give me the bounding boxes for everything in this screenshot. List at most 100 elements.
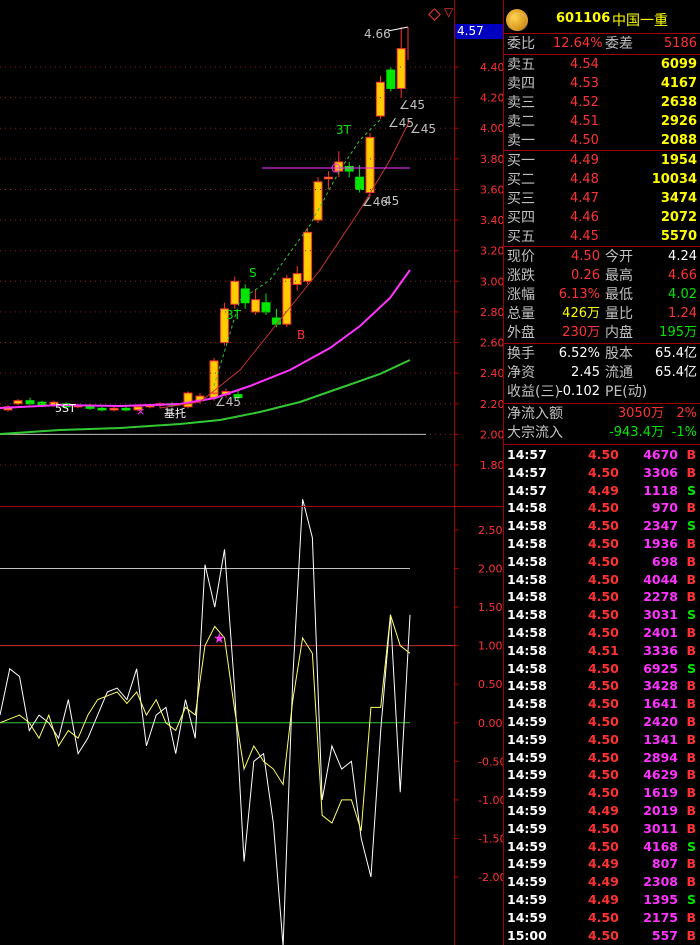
- tick-row[interactable]: 14:58 4.50 6925 S: [504, 660, 700, 678]
- divider: [504, 403, 700, 404]
- price-tick-label: 2.80: [480, 306, 503, 319]
- stock-header[interactable]: 601106 中国一重: [504, 7, 700, 33]
- tick-row[interactable]: 14:58 4.50 3428 B: [504, 677, 700, 695]
- tick-row[interactable]: 14:58 4.51 3336 B: [504, 642, 700, 660]
- tick-side: S: [686, 660, 696, 676]
- tick-row[interactable]: 14:58 4.50 2347 S: [504, 517, 700, 535]
- tick-volume: 1619: [643, 785, 678, 801]
- tick-price: 4.50: [588, 927, 619, 943]
- tick-row[interactable]: 14:59 4.50 1341 B: [504, 731, 700, 749]
- tick-row[interactable]: 14:58 4.50 2401 B: [504, 624, 700, 642]
- sell-label: 卖五: [507, 57, 535, 73]
- tick-row[interactable]: 14:58 4.50 698 B: [504, 553, 700, 571]
- tick-price: 4.50: [588, 749, 619, 765]
- tick-row[interactable]: 14:59 4.50 4629 B: [504, 766, 700, 784]
- tick-row[interactable]: 14:57 4.50 4670 B: [504, 446, 700, 464]
- buy-price: 4.45: [570, 229, 599, 244]
- tick-row[interactable]: 14:58 4.50 3031 S: [504, 606, 700, 624]
- fundamental-value: 6.52%: [558, 346, 600, 361]
- axis-divider: [454, 0, 455, 945]
- indicator-tick-label: 0.00: [478, 717, 503, 730]
- tick-time: 14:58: [507, 536, 547, 551]
- tick-price: 4.50: [588, 767, 619, 783]
- tick-row[interactable]: 14:58 4.50 4044 B: [504, 571, 700, 589]
- stat-value: 6.13%: [558, 287, 600, 302]
- divider: [504, 33, 700, 34]
- tick-price: 4.49: [588, 803, 619, 818]
- tick-price: 4.50: [588, 714, 619, 729]
- tick-time: 14:59: [507, 874, 547, 890]
- stat-value: 4.24: [668, 249, 697, 264]
- stat-value: 1.24: [668, 306, 697, 321]
- tick-row[interactable]: 14:59 4.50 4168 S: [504, 838, 700, 856]
- tick-row[interactable]: 14:59 4.49 807 B: [504, 855, 700, 873]
- tick-time: 14:59: [507, 909, 547, 925]
- angle-label: 45: [384, 194, 400, 208]
- tick-time: 14:58: [507, 500, 547, 516]
- fundamental-label: 换手: [507, 346, 535, 362]
- price-tick-label: 3.40: [480, 214, 503, 227]
- stat-label: 最高: [605, 268, 633, 284]
- tick-time: 14:57: [507, 464, 547, 480]
- tick-volume: 698: [651, 553, 678, 569]
- tick-volume: 807: [651, 856, 678, 872]
- angle-label: ∠45: [215, 395, 242, 409]
- tick-time: 14:58: [507, 571, 547, 587]
- tick-side: B: [686, 731, 696, 747]
- tick-side: B: [686, 464, 696, 480]
- tick-row[interactable]: 14:58 4.50 1641 B: [504, 695, 700, 713]
- tick-row[interactable]: 14:59 4.49 2019 B: [504, 802, 700, 820]
- tick-row[interactable]: 14:59 4.50 3011 B: [504, 820, 700, 838]
- tick-time: 14:58: [507, 660, 547, 676]
- buy-price: 4.47: [570, 191, 599, 206]
- tick-side: B: [686, 642, 696, 658]
- sell-volume: 2088: [660, 133, 697, 148]
- indicator-tick-label: -0.50: [478, 755, 503, 768]
- tick-row[interactable]: 14:58 4.50 2278 B: [504, 588, 700, 606]
- tick-volume: 970: [651, 500, 678, 516]
- tick-price: 4.50: [588, 660, 619, 676]
- tick-row[interactable]: 14:59 4.49 1395 S: [504, 891, 700, 909]
- tick-side: B: [686, 500, 696, 516]
- tick-row[interactable]: 14:59 4.50 2894 B: [504, 749, 700, 767]
- tick-side: B: [686, 553, 696, 569]
- tick-row[interactable]: 14:59 4.50 2420 B: [504, 713, 700, 731]
- fundamental-label: PE(动): [605, 384, 648, 400]
- tick-row[interactable]: 14:57 4.49 1118 S: [504, 482, 700, 500]
- tick-price: 4.49: [588, 856, 619, 872]
- tick-volume: 1341: [643, 731, 678, 747]
- fundamental-label: 净资: [507, 365, 535, 381]
- tick-side: B: [686, 749, 696, 765]
- divider: [504, 444, 700, 445]
- stat-row: 涨跌 0.26 最高 4.66: [504, 267, 700, 285]
- kline-chart-area[interactable]: 4.40 4.20 4.00 3.80 3.60 3.40 3.20 3.00 2.80 2.60…: [0, 0, 503, 945]
- tick-price: 4.50: [588, 820, 619, 836]
- sell-label: 卖四: [507, 76, 535, 92]
- flow-value: 3050万: [617, 406, 664, 421]
- tick-time: 14:59: [507, 838, 547, 854]
- tick-time: 14:57: [507, 447, 547, 462]
- alert-down-icon[interactable]: ▽: [444, 5, 453, 19]
- signal-5st: 5ST: [55, 402, 76, 415]
- kline-chart-svg[interactable]: 4.40 4.20 4.00 3.80 3.60 3.40 3.20 3.00 2.80 2.60…: [0, 0, 503, 945]
- tick-volume: 2308: [643, 874, 678, 890]
- sell-price: 4.50: [570, 133, 599, 148]
- stat-label: 总量: [507, 306, 535, 322]
- indicator-white-line: [0, 499, 411, 945]
- tick-row[interactable]: 15:00 4.50 557 B: [504, 927, 700, 945]
- tick-row[interactable]: 14:57 4.50 3306 B: [504, 464, 700, 482]
- tick-row[interactable]: 14:58 4.50 970 B: [504, 499, 700, 517]
- tick-row[interactable]: 14:59 4.50 1619 B: [504, 784, 700, 802]
- tick-side: B: [686, 909, 696, 925]
- tick-side: B: [686, 447, 696, 462]
- sell-row: 卖二 4.51 2926: [504, 113, 700, 131]
- tick-price: 4.50: [588, 909, 619, 925]
- buy-volume: 2072: [660, 210, 697, 225]
- tick-row[interactable]: 14:59 4.49 2308 B: [504, 873, 700, 891]
- tick-row[interactable]: 14:58 4.50 1936 B: [504, 535, 700, 553]
- tick-row[interactable]: 14:59 4.50 2175 B: [504, 909, 700, 927]
- divider: [504, 343, 700, 344]
- stat-label: 内盘: [605, 325, 633, 341]
- tick-time: 14:59: [507, 714, 547, 729]
- sell-label: 卖三: [507, 95, 535, 111]
